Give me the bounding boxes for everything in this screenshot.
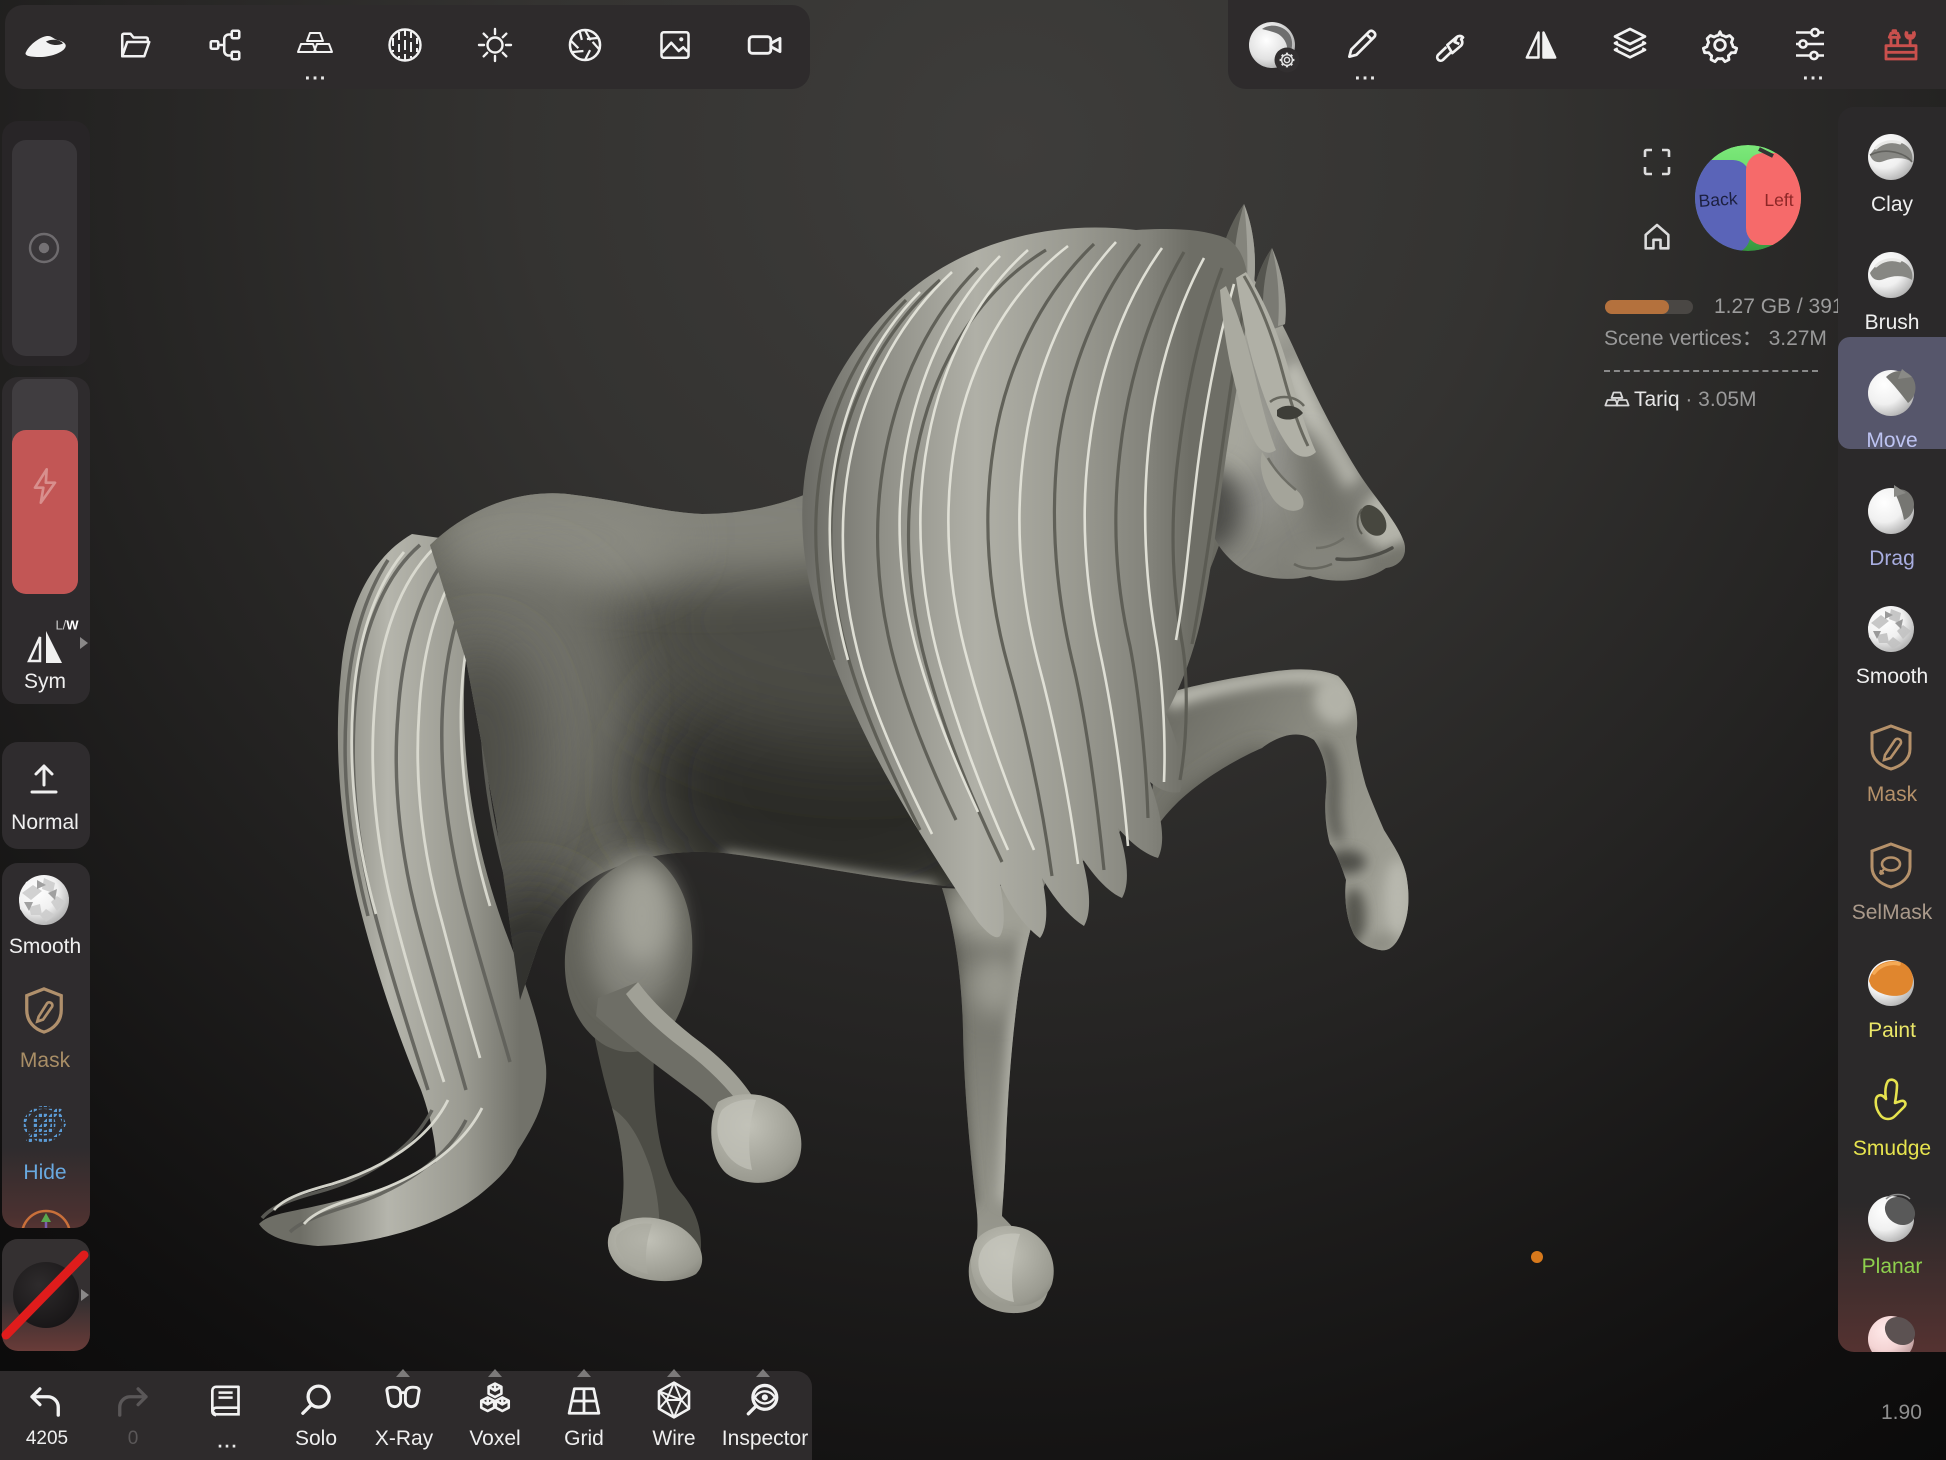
svg-text:Back: Back [1698, 188, 1738, 211]
svg-text:Left: Left [1764, 190, 1793, 210]
